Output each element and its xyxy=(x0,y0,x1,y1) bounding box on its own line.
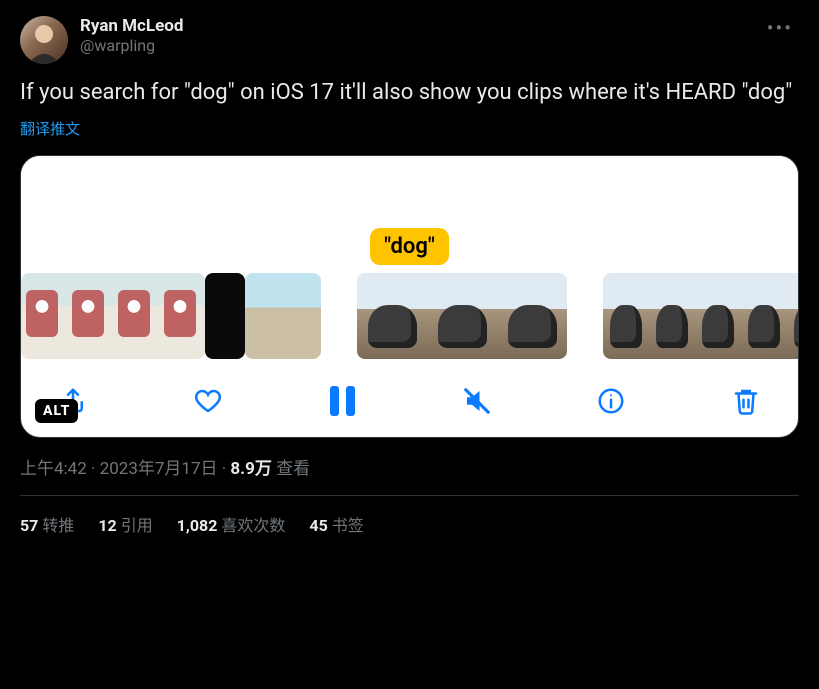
clip-frame xyxy=(427,273,497,359)
meta-views-label: 查看 xyxy=(272,459,310,479)
clip-frame xyxy=(159,273,205,359)
meta-date: 2023年7月17日 xyxy=(100,459,218,479)
clip-frame xyxy=(245,273,291,359)
clip-frame xyxy=(21,273,67,359)
caption-bubble: "dog" xyxy=(370,228,449,265)
divider xyxy=(20,495,799,496)
clip-group[interactable] xyxy=(245,273,321,359)
tweet-stats: 57转推 12引用 1,082喜欢次数 45书签 xyxy=(20,512,799,536)
translate-link[interactable]: 翻译推文 xyxy=(20,118,80,139)
clip-frame xyxy=(787,273,798,359)
caption-bubble-wrap: "dog" xyxy=(21,228,798,265)
clip-group[interactable] xyxy=(603,273,798,359)
clip-group-active[interactable] xyxy=(357,273,567,359)
handle: @warpling xyxy=(80,36,761,55)
timeline-strip[interactable] xyxy=(21,273,798,369)
clip-frame xyxy=(113,273,159,359)
stat-bookmarks[interactable]: 45书签 xyxy=(309,512,363,536)
stat-quotes[interactable]: 12引用 xyxy=(98,512,152,536)
pause-icon[interactable] xyxy=(320,379,364,423)
stat-likes[interactable]: 1,082喜欢次数 xyxy=(177,512,286,536)
more-icon[interactable]: ••• xyxy=(761,16,799,40)
tweet-container: Ryan McLeod @warpling ••• If you search … xyxy=(0,0,819,552)
clip-frame xyxy=(205,273,245,359)
clip-frame xyxy=(649,273,695,359)
clip-frame xyxy=(357,273,427,359)
clip-group[interactable] xyxy=(205,273,245,359)
clip-frame xyxy=(67,273,113,359)
stat-retweets[interactable]: 57转推 xyxy=(20,512,74,536)
trash-icon[interactable] xyxy=(724,379,768,423)
avatar[interactable] xyxy=(20,16,68,64)
heart-icon[interactable] xyxy=(186,379,230,423)
media-card[interactable]: "dog" xyxy=(20,155,799,438)
clip-frame xyxy=(291,273,321,359)
alt-badge[interactable]: ALT xyxy=(35,399,78,423)
clip-frame xyxy=(695,273,741,359)
media-whitespace xyxy=(21,156,798,238)
meta-views-count: 8.9万 xyxy=(230,459,271,479)
clip-frame xyxy=(741,273,787,359)
media-toolbar xyxy=(21,369,798,423)
clip-frame xyxy=(603,273,649,359)
tweet-meta[interactable]: 上午4:42 · 2023年7月17日 · 8.9万 查看 xyxy=(20,454,799,479)
clip-frame xyxy=(497,273,567,359)
meta-time: 上午4:42 xyxy=(20,459,87,479)
author-names[interactable]: Ryan McLeod @warpling xyxy=(80,16,761,55)
info-icon[interactable] xyxy=(589,379,633,423)
display-name: Ryan McLeod xyxy=(80,16,761,36)
mute-icon[interactable] xyxy=(455,379,499,423)
tweet-text: If you search for "dog" on iOS 17 it'll … xyxy=(20,78,799,108)
clip-group[interactable] xyxy=(21,273,205,359)
tweet-header: Ryan McLeod @warpling ••• xyxy=(20,16,799,64)
